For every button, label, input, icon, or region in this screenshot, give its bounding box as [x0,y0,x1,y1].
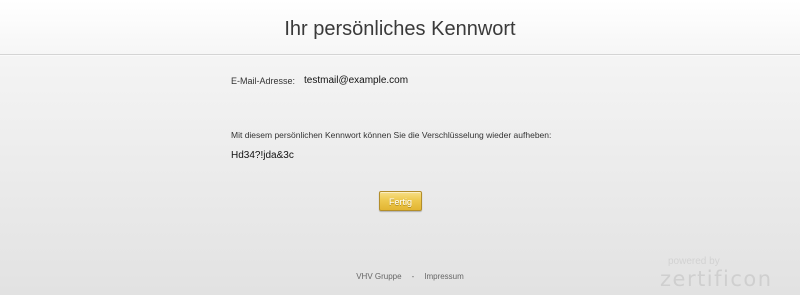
footer-separator: - [411,272,415,281]
zertificon-logo: powered by zertificon [660,256,790,292]
brand-name: zertificon [660,267,773,291]
email-label: E-Mail-Adresse: [231,76,296,86]
page-title: Ihr persönliches Kennwort [284,18,516,40]
password-info-text: Mit diesem persönlichen Kennwort können … [231,130,552,140]
email-value: testmail@example.com [304,75,409,86]
footer-link-impressum[interactable]: Impressum [424,272,464,281]
done-button[interactable]: Fertig [379,191,422,211]
footer: VHV Gruppe - Impressum [340,272,480,282]
footer-link-vhv-gruppe[interactable]: VHV Gruppe [356,272,401,281]
password-value: Hd34?!jda&3c [231,150,294,161]
